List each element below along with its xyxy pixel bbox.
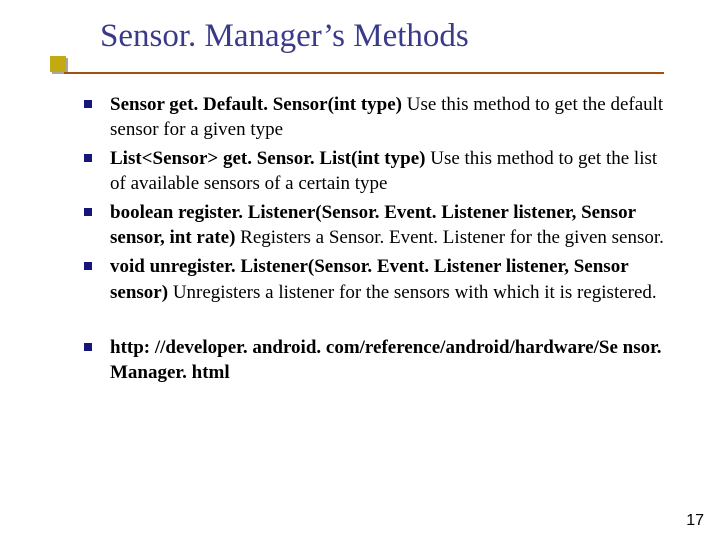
method-description: Registers a Sensor. Event. Listener for … xyxy=(235,227,663,248)
list-item: Sensor get. Default. Sensor(int type) Us… xyxy=(110,92,670,142)
bullet-icon xyxy=(84,154,92,162)
reference-url: http: //developer. android. com/referenc… xyxy=(110,337,662,383)
method-signature: Sensor get. Default. Sensor(int type) xyxy=(110,94,402,115)
content-area: Sensor get. Default. Sensor(int type) Us… xyxy=(110,92,670,389)
bullet-icon xyxy=(84,262,92,270)
method-description: Unregisters a listener for the sensors w… xyxy=(168,282,657,303)
accent-square-icon xyxy=(50,56,66,72)
list-item: http: //developer. android. com/referenc… xyxy=(110,335,670,385)
title-underline xyxy=(64,72,664,74)
slide: Sensor. Manager’s Methods Sensor get. De… xyxy=(0,0,720,540)
title-wrap: Sensor. Manager’s Methods xyxy=(100,18,660,54)
reference-group: http: //developer. android. com/referenc… xyxy=(110,335,670,385)
bullet-icon xyxy=(84,208,92,216)
bullet-icon xyxy=(84,343,92,351)
method-signature: List<Sensor> get. Sensor. List(int type) xyxy=(110,148,425,169)
list-item: void unregister. Listener(Sensor. Event.… xyxy=(110,254,670,304)
list-item: List<Sensor> get. Sensor. List(int type)… xyxy=(110,146,670,196)
list-item: boolean register. Listener(Sensor. Event… xyxy=(110,200,670,250)
bullet-icon xyxy=(84,100,92,108)
slide-title: Sensor. Manager’s Methods xyxy=(100,18,660,54)
page-number: 17 xyxy=(686,512,704,530)
